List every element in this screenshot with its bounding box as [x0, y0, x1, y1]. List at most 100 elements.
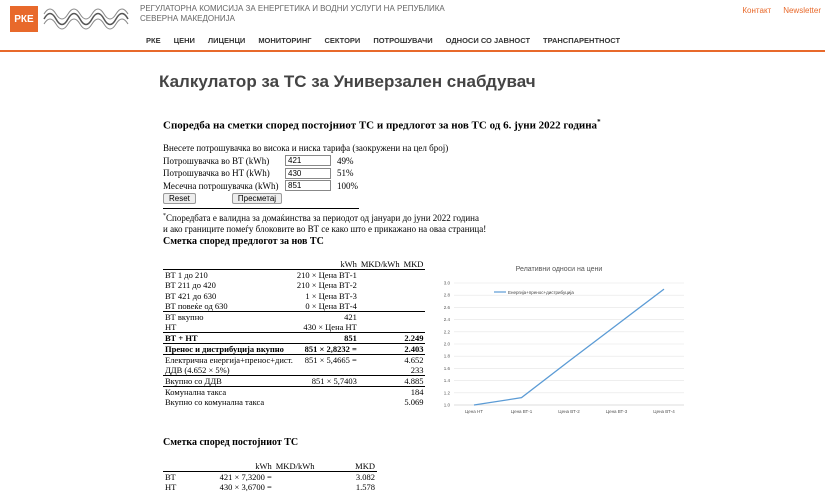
table-row: ВТ вкупно 421 — [163, 311, 426, 322]
table-header-cell: MKD/kWh — [358, 259, 402, 270]
table-row: ДДВ (4.652 × 5%) 233 — [163, 365, 425, 376]
y-tick-label: 1.2 — [444, 390, 451, 395]
table-cell — [358, 354, 402, 365]
nav-item-consumers[interactable]: ПОТРОШУВАЧИ — [373, 36, 432, 45]
y-tick-label: 2.6 — [444, 305, 451, 310]
footnote-mark: * — [597, 118, 601, 126]
table-header-row: kWh MKD/kWh MKD — [163, 461, 377, 472]
table-cell: ВТ 1 до 210 — [165, 270, 208, 280]
table-header-cell: MKD/kWh — [273, 461, 340, 472]
month-percent: 100% — [337, 180, 358, 191]
new-ts-heading: Сметка според предлогот за нов ТС — [163, 236, 324, 247]
consumption-form: Внесете потрошувачка во висока и ниска т… — [163, 142, 448, 205]
nav-item-monitoring[interactable]: МОНИТОРИНГ — [258, 36, 311, 45]
legend-label: Енергија+пренос+дистрибуција — [508, 290, 574, 295]
nt-label: Потрошувачка во НТ (kWh) — [163, 168, 270, 179]
table-row: ВТ + НТ 851 2.249 — [163, 332, 426, 344]
month-input[interactable] — [285, 180, 331, 192]
table-cell — [358, 332, 402, 344]
old-ts-table: kWh MKD/kWh MKD ВТ 421 × 7,3200 = 3.082 НТ 4… — [163, 461, 377, 493]
nt-input[interactable] — [285, 167, 331, 179]
x-tick-label: Цена ВТ-3 — [606, 409, 628, 414]
org-name: РЕГУЛАТОРНА КОМИСИЈА ЗА ЕНЕРГЕТИКА И ВОД… — [140, 4, 460, 24]
comparison-heading-text: Споредба на сметки според постојниот ТС … — [163, 119, 598, 132]
table-row: Пренос и дистрибуција вкупно 851 × 2,8232… — [163, 343, 426, 355]
table-row: НТ 430 × 3,6700 = 1.578 — [163, 482, 377, 493]
table-row: Вкупно со ДДВ 851 × 5,7403 4.885 — [163, 375, 426, 387]
table-cell: 430 × 3,6700 = — [219, 482, 272, 493]
footnote-line2: и ако границите помеѓу блоковите во ВТ с… — [163, 224, 487, 234]
top-links: Контакт Newsletter — [742, 6, 821, 15]
month-row: Месечна потрошувачка (kWh) 100% — [163, 180, 448, 193]
table-cell: ДДВ (4.652 × 5%) — [165, 365, 230, 375]
table-cell: Електрична енергија+пренос+дист. — [163, 354, 295, 365]
table-cell — [359, 291, 402, 302]
table-cell — [359, 322, 402, 333]
table-cell: 851 × 5,7403 — [294, 375, 359, 387]
newsletter-link[interactable]: Newsletter — [783, 6, 821, 15]
waves-logo-icon — [43, 8, 129, 30]
org-name-line1: РЕГУЛАТОРНА КОМИСИЈА ЗА ЕНЕРГЕТИКА И ВОД… — [140, 4, 445, 13]
nav-item-sectors[interactable]: СЕКТОРИ — [325, 36, 361, 45]
table-cell: ВТ 211 до 420 — [165, 280, 216, 291]
table-cell — [359, 365, 402, 376]
table-cell: 210 × Цена ВТ-1 — [296, 270, 357, 280]
nav-item-rke[interactable]: РКЕ — [146, 36, 161, 45]
table-header-cell: kWh — [294, 259, 359, 270]
y-tick-label: 1.0 — [444, 403, 451, 408]
table-row: ВТ 421 до 630 1 × Цена ВТ-3 — [163, 291, 425, 302]
page-title: Калкулатор за ТС за Универзален снабдува… — [159, 72, 536, 91]
table-header-cell — [163, 461, 187, 472]
table-cell — [359, 301, 402, 312]
table-cell: 3.082 — [355, 472, 375, 482]
x-tick-label: Цена ВТ-2 — [558, 409, 580, 414]
x-tick-label: Цена НТ — [465, 409, 483, 414]
table-cell: ВТ вкупно — [163, 311, 295, 322]
table-cell: 851 × 2,8232 = — [294, 343, 359, 355]
price-ratio-chart: Релативни односи на цени 1.0 1.2 1.4 1.6 1.8… — [444, 266, 684, 414]
table-row: Комунална такса 184 — [163, 386, 426, 397]
nt-row: Потрошувачка во НТ (kWh) 51% — [163, 167, 448, 180]
reset-button[interactable]: Reset — [163, 192, 196, 204]
table-cell — [358, 375, 402, 387]
rke-logo[interactable]: РКЕ — [10, 6, 38, 32]
main-nav: РКЕ ЦЕНИ ЛИЦЕНЦИ МОНИТОРИНГ СЕКТОРИ ПОТР… — [146, 36, 620, 45]
table-row: НТ 430 × Цена НТ — [163, 322, 425, 333]
vt-input[interactable] — [285, 155, 331, 167]
footnote-line1: *Споредбата е валидна за домаќинства за … — [163, 211, 543, 224]
table-row: ВТ 421 × 7,3200 = 3.082 — [163, 472, 377, 483]
table-cell: 851 — [294, 332, 359, 344]
nav-item-transparency[interactable]: ТРАНСПАРЕНТНОСТ — [543, 36, 620, 45]
x-tick-label: Цена ВТ-4 — [653, 409, 675, 414]
y-tick-label: 1.8 — [444, 354, 451, 359]
table-cell — [294, 386, 359, 397]
table-cell — [295, 365, 359, 376]
table-cell: 210 × Цена ВТ-2 — [296, 280, 357, 291]
x-tick-label: Цена ВТ-1 — [511, 409, 533, 414]
table-cell: НТ — [165, 322, 177, 332]
y-tick-label: 2.4 — [444, 317, 451, 322]
table-cell: 851 × 5,4665 = — [294, 354, 359, 365]
nav-item-licenses[interactable]: ЛИЦЕНЦИ — [208, 36, 245, 45]
table-cell: ВТ + НТ — [163, 332, 295, 344]
table-cell: НТ — [165, 482, 177, 493]
table-cell: ВТ — [165, 472, 176, 482]
vt-percent: 49% — [337, 155, 354, 166]
y-tick-label: 2.8 — [444, 293, 451, 298]
table-cell: ВТ 421 до 630 — [165, 290, 217, 301]
table-header-cell: MKD — [340, 461, 377, 472]
vt-row: Потрошувачка во ВТ (kWh) 49% — [163, 155, 448, 168]
table-cell — [295, 397, 359, 408]
table-cell — [274, 482, 340, 493]
calculate-button[interactable]: Пресметај — [231, 192, 283, 204]
table-row: Електрична енергија+пренос+дист. 851 × 5,… — [163, 354, 426, 365]
table-cell: Комунална такса — [163, 386, 295, 397]
table-cell: Вкупно со ДДВ — [163, 375, 295, 387]
org-name-line2: СЕВЕРНА МАКЕДОНИЈА — [140, 14, 235, 23]
y-tick-label: 2.2 — [444, 329, 451, 334]
table-cell — [359, 397, 402, 408]
footnote-line1-text: Споредбата е валидна за домаќинства за п… — [166, 213, 479, 223]
nav-item-prices[interactable]: ЦЕНИ — [174, 36, 195, 45]
nav-item-public-relations[interactable]: ОДНОСИ СО ЈАВНОСТ — [446, 36, 530, 45]
contact-link[interactable]: Контакт — [742, 6, 771, 15]
